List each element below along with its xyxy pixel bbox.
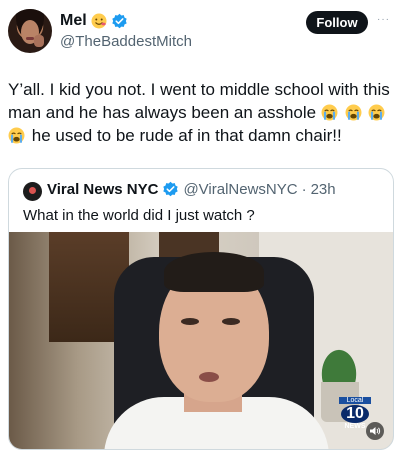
person-left-eye <box>181 318 199 325</box>
verified-badge-icon <box>111 13 127 28</box>
author-name-row: Mel <box>60 12 128 30</box>
quoted-author-handle[interactable]: @ViralNewsNYC <box>183 181 297 198</box>
timestamp-separator: · <box>301 181 307 198</box>
avatar-lips <box>26 37 34 40</box>
avatar-logo-dot <box>29 187 36 194</box>
follow-button[interactable]: Follow <box>306 11 368 34</box>
person-hair <box>164 252 264 292</box>
loudly-crying-face-icon <box>8 127 25 144</box>
author-handle[interactable]: @TheBaddestMitch <box>60 33 192 50</box>
logo-local-text: Local <box>339 397 371 404</box>
quoted-author-name[interactable]: Viral News NYC <box>47 181 158 198</box>
quoted-post-card[interactable]: Viral News NYC @ViralNewsNYC · 23h What … <box>8 168 394 450</box>
quoted-author-avatar[interactable] <box>23 182 42 201</box>
speaker-icon[interactable] <box>366 422 384 440</box>
post-text-line-1: Y’all. I kid you not. I went to middle s… <box>8 80 390 99</box>
logo-number: 10 <box>341 405 369 423</box>
author-avatar[interactable] <box>8 9 52 53</box>
more-options-icon[interactable]: ··· <box>377 14 390 25</box>
speaker-glyph <box>370 427 381 435</box>
author-name[interactable]: Mel <box>60 12 87 30</box>
quoted-post-header: Viral News NYC @ViralNewsNYC · 23h <box>47 181 336 198</box>
avatar-hand <box>34 35 44 47</box>
post-text-line-2-text: man and he has always been an asshole <box>8 103 317 122</box>
verified-badge-icon <box>163 181 179 197</box>
loudly-crying-face-icon <box>368 104 385 121</box>
quoted-post-time[interactable]: 23h <box>311 181 336 198</box>
loudly-crying-face-icon <box>321 104 338 121</box>
quoted-video-media[interactable]: Local 10 NEWS <box>9 232 393 449</box>
loudly-crying-face-icon <box>345 104 362 121</box>
post-text: Y’all. I kid you not. I went to middle s… <box>8 78 396 147</box>
post-text-line-3-text: he used to be rude af in that damn chair… <box>31 126 342 145</box>
post-text-line-3: he used to be rude af in that damn chair… <box>8 124 396 147</box>
smiling-face-icon <box>91 13 107 29</box>
person-right-eye <box>222 318 240 325</box>
quoted-post-text: What in the world did I just watch ? <box>23 207 255 224</box>
person-mouth <box>199 372 219 382</box>
post-text-line-2: man and he has always been an asshole <box>8 101 396 124</box>
